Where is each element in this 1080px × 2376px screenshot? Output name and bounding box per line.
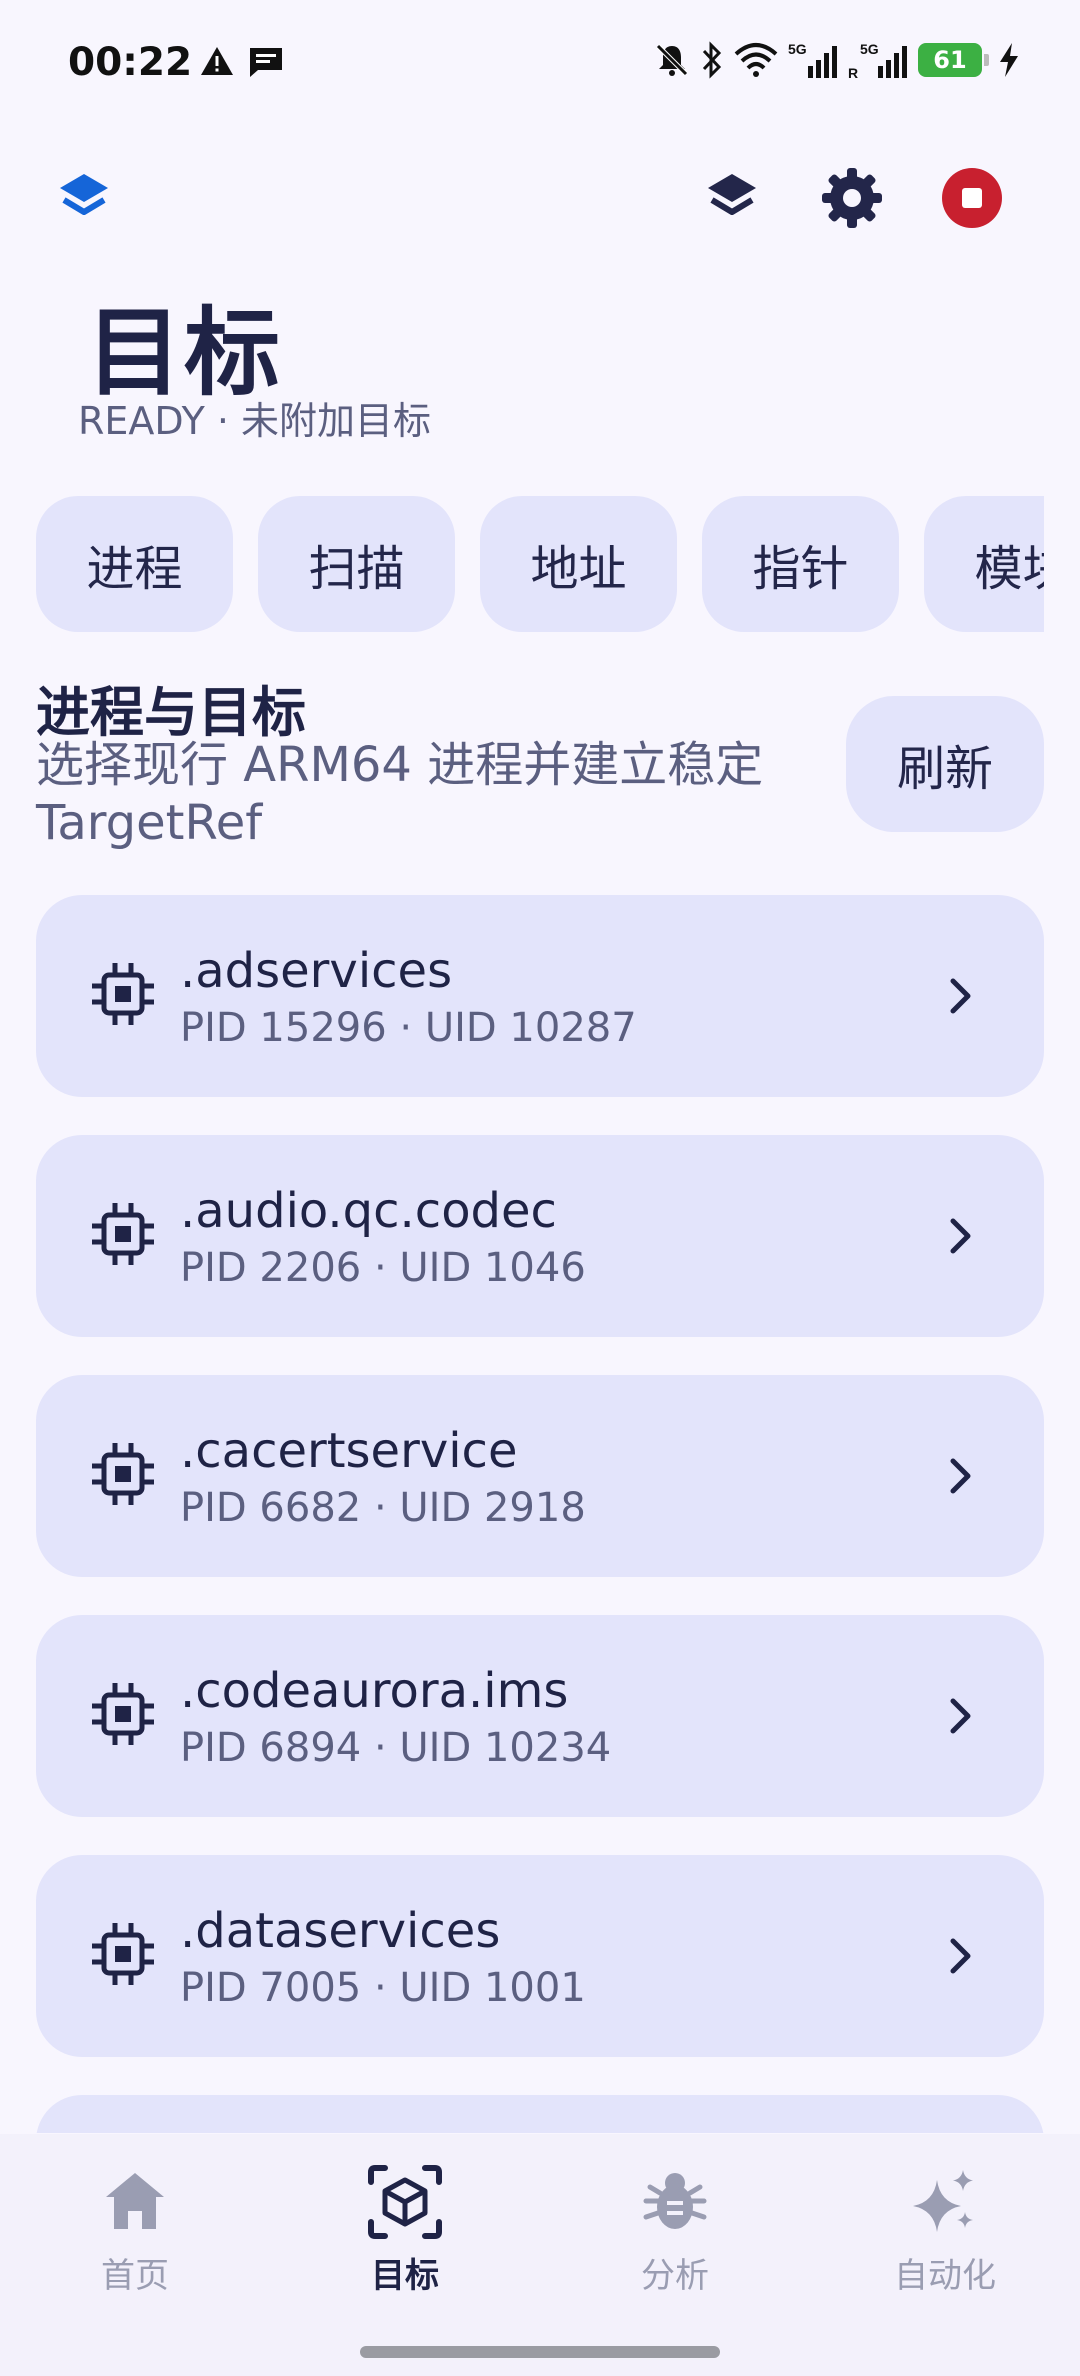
- target-cube-icon: [365, 2162, 445, 2242]
- tab-processes[interactable]: 进程: [36, 496, 233, 632]
- wifi-icon: [734, 42, 778, 78]
- process-name: .cacertservice: [180, 1423, 518, 1479]
- process-item[interactable]: .cacertservice PID 6682 · UID 2918: [36, 1375, 1044, 1577]
- chevron-right-icon: [950, 1698, 971, 1734]
- nav-target[interactable]: 目标: [270, 2162, 540, 2312]
- message-icon: [248, 46, 284, 78]
- settings-icon[interactable]: [804, 150, 900, 246]
- chevron-right-icon: [950, 1938, 971, 1974]
- top-app-bar: [0, 150, 1080, 250]
- signal-5g-r-icon: R 5G: [848, 40, 908, 80]
- process-item[interactable]: .codeaurora.ims PID 6894 · UID 10234: [36, 1615, 1044, 1817]
- process-name: .audio.qc.codec: [180, 1183, 557, 1239]
- chip-icon: [92, 1683, 154, 1745]
- process-name: .codeaurora.ims: [180, 1663, 569, 1719]
- stop-icon: [942, 168, 1002, 228]
- process-meta: PID 15296 · UID 10287: [180, 1005, 637, 1051]
- chevron-right-icon: [950, 1218, 971, 1254]
- nav-label: 分析: [641, 2256, 709, 2296]
- tab-address[interactable]: 地址: [480, 496, 677, 632]
- nav-label: 目标: [371, 2256, 439, 2296]
- page-subtitle: READY · 未附加目标: [78, 399, 432, 443]
- bottom-navigation: 首页 目标 分析 自动化: [0, 2134, 1080, 2376]
- process-meta: PID 6894 · UID 10234: [180, 1725, 612, 1771]
- svg-text:5G: 5G: [788, 41, 807, 57]
- home-indicator[interactable]: [360, 2346, 720, 2358]
- nav-home[interactable]: 首页: [0, 2162, 270, 2312]
- bug-icon: [635, 2162, 715, 2242]
- process-name: .dataservices: [180, 1903, 501, 1959]
- charging-icon: [998, 42, 1020, 78]
- sparkle-icon: [905, 2162, 985, 2242]
- process-meta: PID 6682 · UID 2918: [180, 1485, 586, 1531]
- process-item[interactable]: .adservices PID 15296 · UID 10287: [36, 895, 1044, 1097]
- bluetooth-icon: [700, 41, 724, 79]
- svg-text:R: R: [848, 65, 858, 80]
- refresh-button[interactable]: 刷新: [846, 696, 1044, 832]
- stop-button[interactable]: [924, 150, 1020, 246]
- process-list: .adservices PID 15296 · UID 10287 .audio…: [0, 880, 1080, 2133]
- process-meta: PID 2206 · UID 1046: [180, 1245, 586, 1291]
- chip-icon: [92, 1443, 154, 1505]
- battery-indicator: 61: [918, 43, 989, 77]
- signal-5g-icon: 5G: [788, 40, 838, 80]
- nav-label: 自动化: [894, 2256, 996, 2296]
- nav-automation[interactable]: 自动化: [810, 2162, 1080, 2312]
- status-bar: 00:22 5G R 5G 61: [0, 0, 1080, 120]
- process-item[interactable]: .audio.qc.codec PID 2206 · UID 1046: [36, 1135, 1044, 1337]
- process-item[interactable]: [36, 2095, 1044, 2133]
- home-icon: [95, 2162, 175, 2242]
- process-name: .adservices: [180, 943, 453, 999]
- tab-scan[interactable]: 扫描: [258, 496, 455, 632]
- chip-icon: [92, 1923, 154, 1985]
- nav-analysis[interactable]: 分析: [540, 2162, 810, 2312]
- app-logo-layers-icon[interactable]: [36, 150, 132, 246]
- nav-label: 首页: [101, 2256, 169, 2296]
- status-time: 00:22: [68, 40, 193, 85]
- chip-icon: [92, 1203, 154, 1265]
- chevron-right-icon: [950, 978, 971, 1014]
- silent-bell-icon: [654, 42, 690, 78]
- process-item[interactable]: .dataservices PID 7005 · UID 1001: [36, 1855, 1044, 2057]
- chevron-right-icon: [950, 1458, 971, 1494]
- tab-row: 进程 扫描 地址 指针 模块: [36, 496, 1044, 634]
- tab-modules[interactable]: 模块: [924, 496, 1044, 632]
- process-meta: PID 7005 · UID 1001: [180, 1965, 586, 2011]
- section-description: 选择现行 ARM64 进程并建立稳定 TargetRef: [36, 737, 764, 851]
- alert-icon: [200, 46, 234, 78]
- svg-text:5G: 5G: [860, 41, 879, 57]
- chip-icon: [92, 963, 154, 1025]
- tab-pointer[interactable]: 指针: [702, 496, 899, 632]
- layers-icon[interactable]: [684, 150, 780, 246]
